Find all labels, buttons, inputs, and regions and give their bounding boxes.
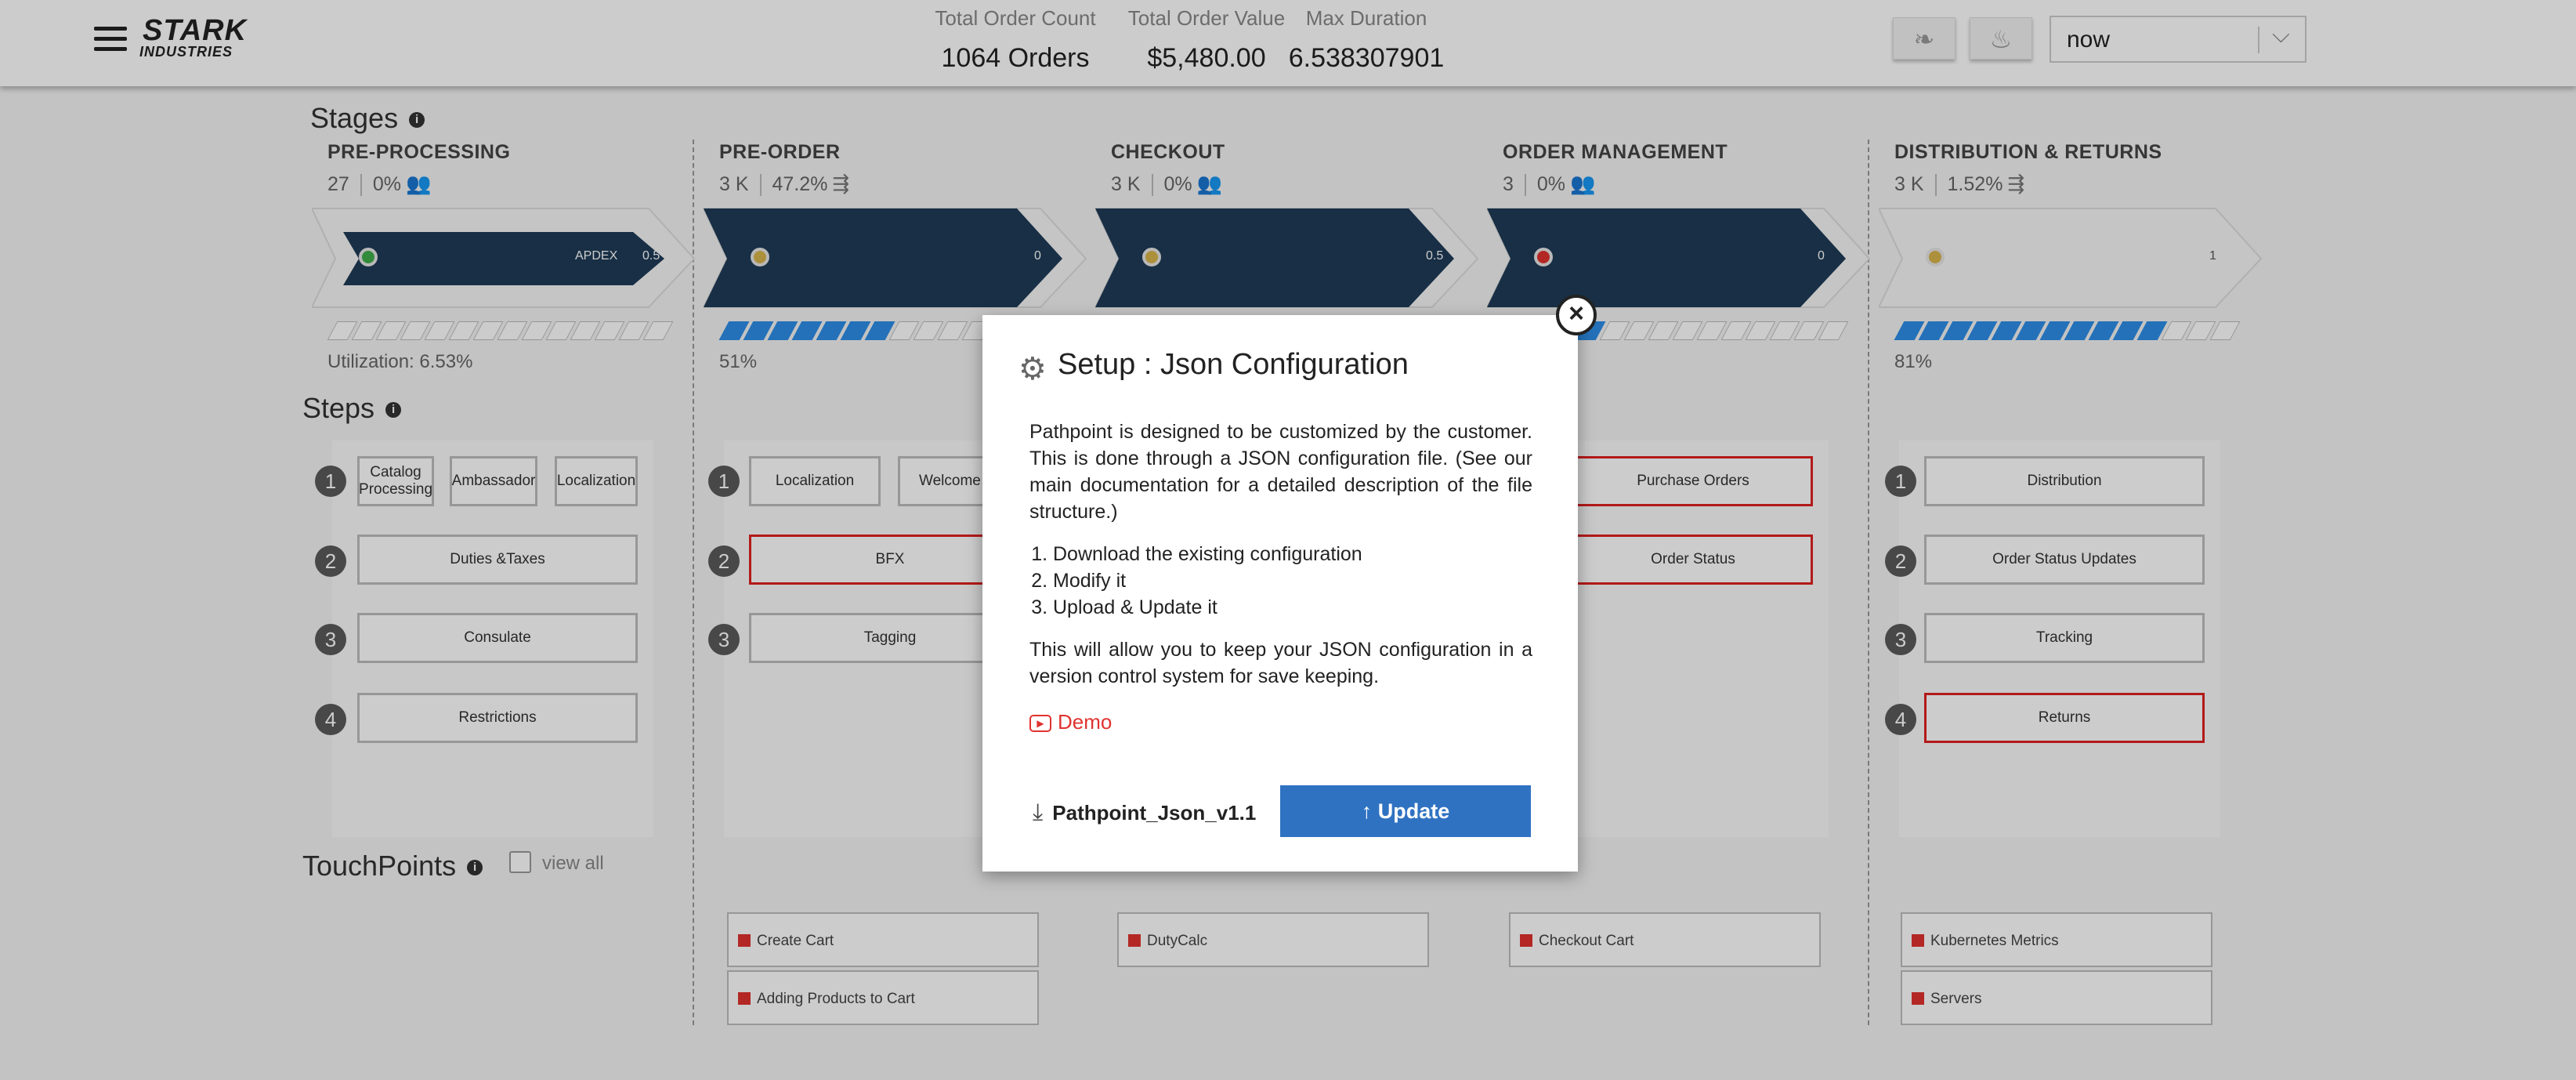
modal-steps-list: Download the existing configuration Modi… [1053, 541, 1532, 621]
video-icon: ▶ [1029, 715, 1051, 733]
update-button[interactable]: ↑ Update [1280, 785, 1531, 837]
list-item: Modify it [1053, 567, 1532, 594]
demo-link[interactable]: ▶ Demo [1029, 710, 1112, 734]
list-item: Download the existing configuration [1053, 541, 1532, 567]
gear-icon: ⚙ [1018, 352, 1047, 386]
page: STARK INDUSTRIES Total Order Count 1064 … [0, 0, 2576, 1080]
modal-title: Setup : Json Configuration [1058, 348, 1409, 381]
download-filename: Pathpoint_Json_v1.1 [1052, 801, 1257, 824]
download-json-link[interactable]: ⤓ Pathpoint_Json_v1.1 [1033, 799, 1256, 826]
close-icon[interactable]: × [1556, 295, 1597, 335]
demo-label: Demo [1058, 710, 1113, 734]
download-icon: ⤓ [1033, 799, 1044, 825]
list-item: Upload & Update it [1053, 594, 1532, 621]
json-config-modal: × ⚙ Setup : Json Configuration Pathpoint… [982, 295, 1597, 872]
modal-outro: This will allow you to keep your JSON co… [1029, 639, 1532, 687]
modal-intro: Pathpoint is designed to be customized b… [1029, 421, 1532, 523]
modal-body: Pathpoint is designed to be customized b… [1029, 419, 1532, 690]
